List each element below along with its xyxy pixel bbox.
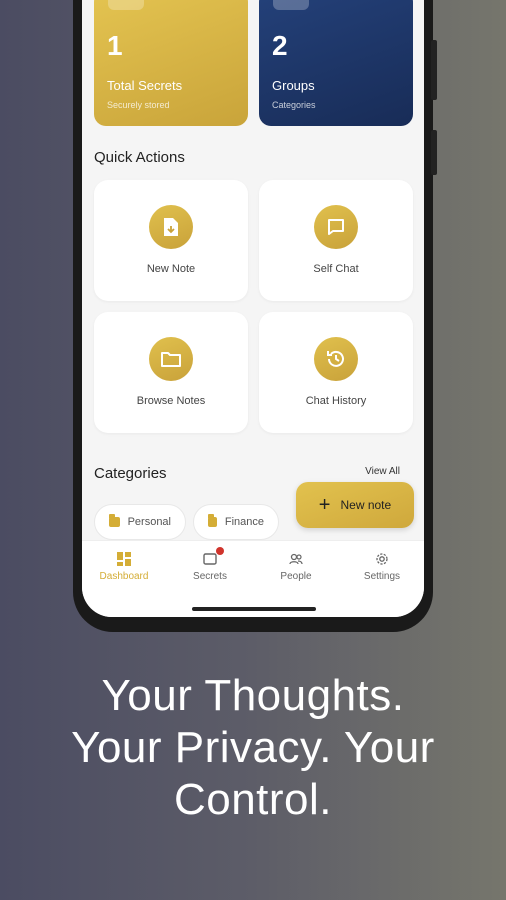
- chat-history-action[interactable]: Chat History: [259, 312, 413, 433]
- notification-badge: [216, 547, 224, 555]
- stat-card-groups[interactable]: 2 Groups Categories: [259, 0, 413, 126]
- new-note-fab[interactable]: + New note: [296, 482, 414, 528]
- headline-line: Control.: [173, 775, 333, 824]
- category-chip-personal[interactable]: Personal: [94, 504, 186, 540]
- stat-icon-chip: [273, 0, 309, 10]
- nav-label: Settings: [363, 571, 401, 582]
- stat-sub: Categories: [272, 100, 316, 110]
- promo-headline: Your Thoughts. Your Privacy. Your Contro…: [0, 670, 506, 826]
- dashboard-icon: [84, 551, 164, 567]
- chat-bubble-icon: [314, 205, 358, 249]
- action-label: New Note: [146, 263, 196, 275]
- self-chat-action[interactable]: Self Chat: [259, 180, 413, 301]
- category-label: Personal: [127, 516, 171, 528]
- note-add-icon: [149, 205, 193, 249]
- browse-notes-action[interactable]: Browse Notes: [94, 312, 248, 433]
- categories-title: Categories: [94, 465, 167, 482]
- phone-side-button: [431, 130, 437, 175]
- home-indicator[interactable]: [192, 607, 316, 611]
- nav-dashboard[interactable]: Dashboard: [84, 551, 164, 582]
- people-icon: [256, 551, 336, 567]
- gear-icon: [342, 551, 422, 567]
- stat-card-total-secrets[interactable]: 1 Total Secrets Securely stored: [94, 0, 248, 126]
- folder-icon: [109, 514, 120, 527]
- stat-label: Total Secrets: [107, 78, 183, 93]
- action-label: Chat History: [305, 395, 367, 407]
- category-chip-finance[interactable]: Finance: [193, 504, 279, 540]
- stat-icon-chip: [108, 0, 144, 10]
- stat-number: 1: [107, 30, 123, 61]
- action-label: Self Chat: [313, 263, 359, 275]
- nav-secrets[interactable]: Secrets: [170, 547, 250, 582]
- new-note-action[interactable]: New Note: [94, 180, 248, 301]
- headline-line: Your Privacy. Your: [71, 723, 435, 772]
- stat-sub: Securely stored: [107, 100, 170, 110]
- nav-people[interactable]: People: [256, 551, 336, 582]
- fab-label: New note: [340, 498, 392, 512]
- bottom-nav: Dashboard Secrets People Settings: [82, 540, 424, 617]
- view-all-link[interactable]: View All: [365, 466, 400, 477]
- phone-side-button: [431, 40, 437, 100]
- app-screen: 1 Total Secrets Securely stored 2 Groups…: [82, 0, 424, 617]
- history-icon: [314, 337, 358, 381]
- stat-number: 2: [272, 30, 288, 61]
- category-label: Finance: [224, 516, 264, 528]
- nav-settings[interactable]: Settings: [342, 551, 422, 582]
- nav-label: Secrets: [193, 571, 227, 582]
- headline-line: Your Thoughts.: [101, 671, 405, 720]
- quick-actions-title: Quick Actions: [94, 149, 185, 166]
- action-label: Browse Notes: [136, 395, 206, 407]
- plus-icon: +: [318, 494, 331, 516]
- secrets-icon: [170, 547, 250, 567]
- folder-icon: [208, 514, 217, 527]
- nav-label: Dashboard: [99, 571, 149, 582]
- stat-label: Groups: [272, 78, 315, 93]
- folder-icon: [149, 337, 193, 381]
- nav-label: People: [280, 571, 312, 582]
